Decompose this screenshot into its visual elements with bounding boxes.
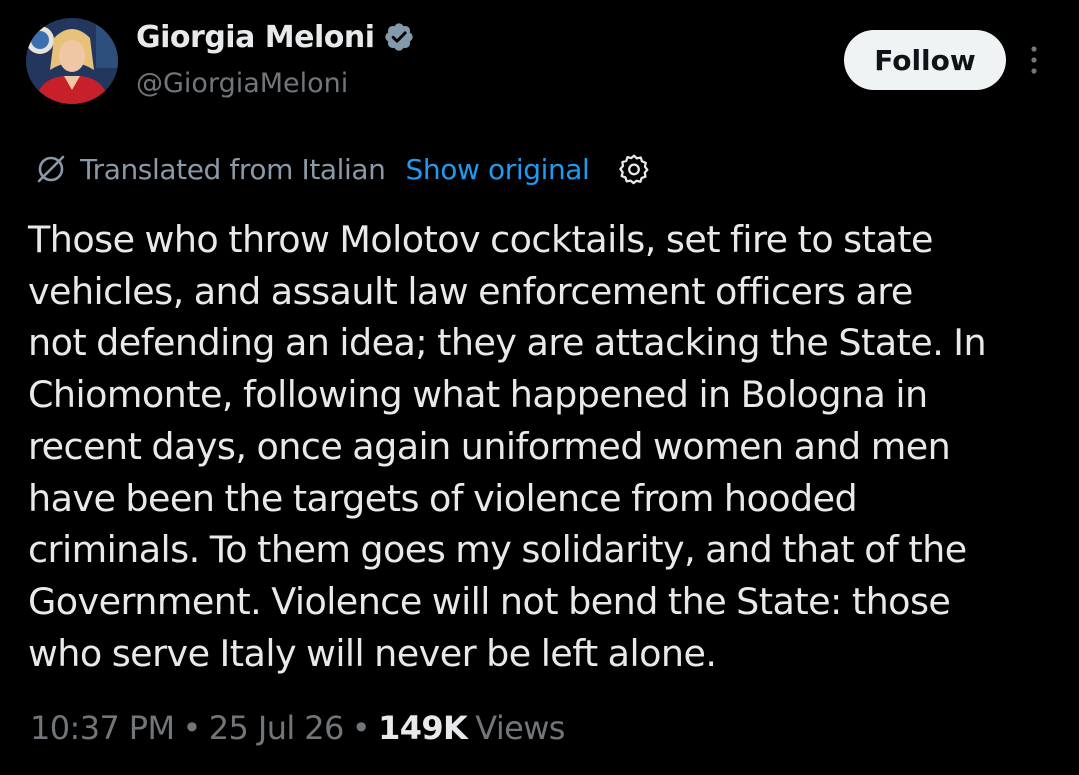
profile-photo [26, 18, 118, 104]
tweet-date[interactable]: 25 Jul 26 [209, 709, 345, 747]
views-label: Views [475, 709, 565, 747]
more-vertical-icon[interactable] [1022, 40, 1046, 80]
author-display-name[interactable]: Giorgia Meloni [136, 20, 375, 55]
author-name-row: Giorgia Meloni [136, 16, 415, 58]
translate-icon [37, 155, 65, 183]
tweet-meta: 10:37 PM • 25 Jul 26 • 149K Views [30, 706, 565, 750]
tweet-time[interactable]: 10:37 PM [30, 709, 175, 747]
translated-from-label: Translated from Italian [80, 152, 386, 186]
meta-separator: • [182, 709, 202, 747]
views-count: 149K [378, 709, 468, 747]
translation-bar: Translated from Italian Show original [34, 148, 651, 190]
follow-button[interactable]: Follow [844, 30, 1006, 90]
author-handle[interactable]: @GiorgiaMeloni [136, 68, 348, 99]
tweet-text: Those who throw Molotov cocktails, set f… [28, 218, 987, 675]
gear-icon[interactable] [617, 152, 651, 186]
avatar[interactable] [26, 18, 118, 104]
meta-separator: • [351, 709, 371, 747]
verified-badge-icon[interactable] [383, 21, 415, 53]
show-original-link[interactable]: Show original [406, 153, 590, 186]
